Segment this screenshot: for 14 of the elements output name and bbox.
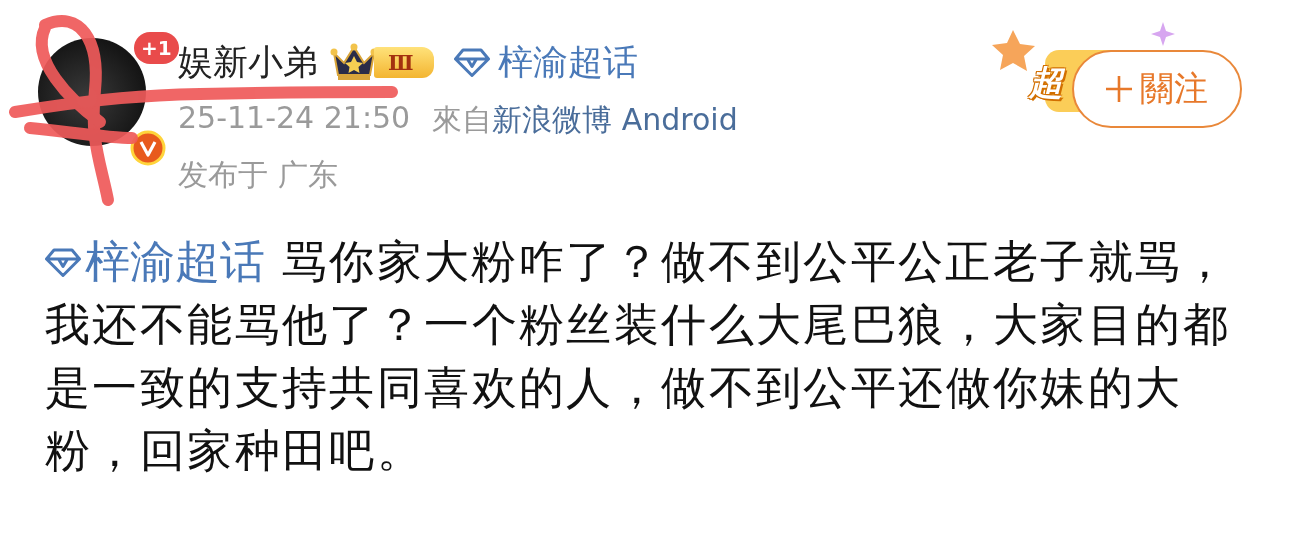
source-link[interactable]: 新浪微博 Android: [492, 100, 738, 141]
post-text: 梓渝超话 骂你家大粉咋了？做不到公平公正老子就骂，我还不能骂他了？一个粉丝装什么大尾巴狼，大家目的都是一致的支持共同喜欢的人，做不到公平还做你妹的大粉，回家种田吧。: [45, 234, 1231, 479]
follow-button[interactable]: 關注: [1072, 50, 1242, 128]
topic-link[interactable]: 梓渝超话: [45, 235, 265, 288]
diamond-icon: [453, 47, 490, 77]
diamond-icon: [45, 247, 81, 277]
notification-badge: +1: [134, 32, 179, 64]
username[interactable]: 娱新小弟: [178, 38, 318, 86]
plus-icon: [1104, 74, 1134, 104]
topic-link[interactable]: 梓渝超话: [453, 38, 638, 86]
post-location: 发布于 广东: [178, 156, 339, 194]
post-time: 25-11-24 21:50: [178, 100, 411, 137]
source-prefix: 來自: [432, 101, 493, 139]
level-badge: Ⅲ: [374, 46, 434, 78]
